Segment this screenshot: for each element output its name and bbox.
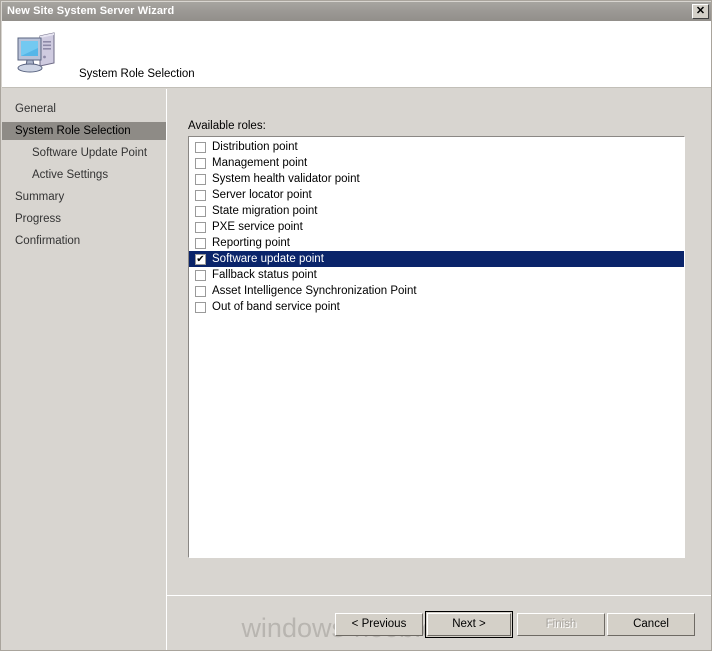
button-inner: Next > — [427, 613, 511, 636]
sidebar-item-software-update-point[interactable]: Software Update Point — [2, 144, 166, 162]
page-title: System Role Selection — [79, 68, 195, 80]
role-checkbox[interactable] — [195, 157, 206, 169]
role-label: Asset Intelligence Synchronization Point — [212, 285, 417, 297]
role-label: Software update point — [212, 253, 324, 265]
role-row[interactable]: System health validator point — [189, 171, 684, 187]
cancel-button[interactable]: Cancel — [607, 613, 695, 636]
next-button[interactable]: Next > — [425, 611, 513, 638]
role-checkbox[interactable] — [195, 237, 206, 249]
role-row[interactable]: Management point — [189, 155, 684, 171]
computer-icon — [13, 30, 61, 76]
close-icon: ✕ — [695, 5, 706, 17]
role-label: System health validator point — [212, 173, 360, 185]
footer-divider — [167, 595, 711, 596]
sidebar-item-active-settings[interactable]: Active Settings — [2, 166, 166, 184]
wizard-window: New Site System Server Wizard ✕ System R… — [0, 0, 712, 651]
window-title: New Site System Server Wizard — [7, 5, 175, 17]
role-row[interactable]: Asset Intelligence Synchronization Point — [189, 283, 684, 299]
role-row[interactable]: Out of band service point — [189, 299, 684, 315]
role-label: Management point — [212, 157, 308, 169]
role-row[interactable]: Distribution point — [189, 139, 684, 155]
role-checkbox[interactable] — [195, 285, 206, 297]
previous-button[interactable]: < Previous — [335, 613, 423, 636]
role-label: Reporting point — [212, 237, 290, 249]
role-label: Distribution point — [212, 141, 298, 153]
role-row[interactable]: ✔ Software update point — [189, 251, 684, 267]
role-checkbox[interactable] — [195, 189, 206, 201]
role-label: Out of band service point — [212, 301, 340, 313]
sidebar-item-system-role-selection[interactable]: System Role Selection — [2, 122, 166, 140]
role-checkbox[interactable] — [195, 301, 206, 313]
sidebar-item-confirmation[interactable]: Confirmation — [2, 232, 166, 250]
role-row[interactable]: Reporting point — [189, 235, 684, 251]
role-checkbox[interactable] — [195, 173, 206, 185]
role-checkbox[interactable] — [195, 269, 206, 281]
sidebar-item-summary[interactable]: Summary — [2, 188, 166, 206]
wizard-content: Available roles: Distribution point Manag… — [167, 89, 711, 650]
role-checkbox[interactable] — [195, 141, 206, 153]
role-row[interactable]: Server locator point — [189, 187, 684, 203]
wizard-header: System Role Selection — [2, 22, 711, 88]
role-label: State migration point — [212, 205, 318, 217]
role-checkbox[interactable] — [195, 221, 206, 233]
role-checkbox[interactable]: ✔ — [195, 253, 206, 265]
sidebar-item-general[interactable]: General — [2, 100, 166, 118]
checkmark-icon: ✔ — [196, 253, 205, 265]
close-button[interactable]: ✕ — [692, 4, 709, 19]
wizard-step-nav: General System Role Selection Software Upd… — [2, 89, 166, 650]
role-label: Fallback status point — [212, 269, 317, 281]
title-bar: New Site System Server Wizard ✕ — [2, 2, 711, 22]
role-label: PXE service point — [212, 221, 303, 233]
finish-button: Finish — [517, 613, 605, 636]
role-row[interactable]: State migration point — [189, 203, 684, 219]
available-roles-label: Available roles: — [188, 120, 266, 132]
available-roles-list[interactable]: Distribution point Management point System… — [188, 136, 685, 558]
role-label: Server locator point — [212, 189, 312, 201]
role-row[interactable]: PXE service point — [189, 219, 684, 235]
role-row[interactable]: Fallback status point — [189, 267, 684, 283]
role-checkbox[interactable] — [195, 205, 206, 217]
sidebar-item-progress[interactable]: Progress — [2, 210, 166, 228]
